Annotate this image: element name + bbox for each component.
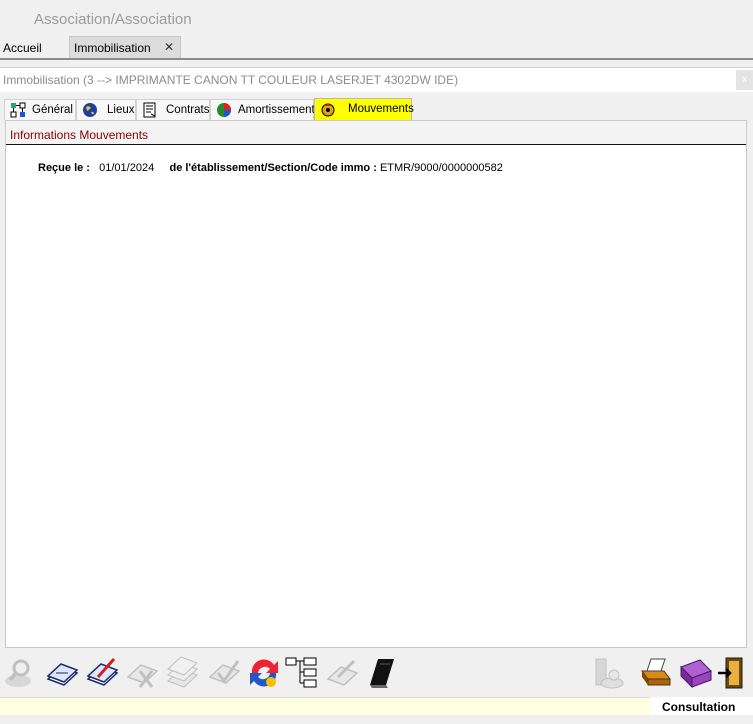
movement-info-row: Reçue le : 01/01/2024 de l'établissement…: [38, 162, 503, 174]
origin-label: de l'établissement/Section/Code immo :: [169, 162, 377, 174]
movements-panel: Informations Mouvements Reçue le : 01/01…: [5, 120, 747, 648]
close-tab-icon[interactable]: ✕: [164, 40, 174, 54]
received-date-value: 01/01/2024: [99, 162, 155, 174]
contract-icon: [143, 102, 156, 118]
settings-icon[interactable]: [590, 655, 626, 691]
tab-accueil[interactable]: Accueil: [3, 41, 42, 55]
stack-icon[interactable]: [164, 655, 200, 691]
status-mode: Consultation: [650, 697, 753, 715]
bottom-toolbar: [0, 652, 753, 696]
movement-icon: [321, 103, 335, 117]
print-icon[interactable]: [636, 655, 672, 691]
general-icon: [10, 102, 26, 118]
section-header: Informations Mouvements: [6, 121, 746, 145]
folder-icon[interactable]: [678, 655, 714, 691]
tab-lieux-label: Lieux: [107, 104, 135, 116]
section-title: Informations Mouvements: [10, 128, 149, 142]
pen-icon[interactable]: [324, 655, 360, 691]
tab-bar-divider: [0, 58, 753, 60]
search-icon[interactable]: [2, 655, 38, 691]
received-date-label: Reçue le :: [38, 162, 90, 174]
delete-document-icon[interactable]: [124, 655, 160, 691]
record-window-header: Immobilisation (3 --> IMPRIMANTE CANON T…: [0, 67, 753, 92]
view-document-icon[interactable]: [44, 655, 80, 691]
status-bar: [0, 697, 753, 715]
book-icon[interactable]: [364, 655, 400, 691]
tree-icon[interactable]: [284, 655, 320, 691]
window-title: Immobilisation (3 --> IMPRIMANTE CANON T…: [3, 73, 459, 87]
tab-contrats-label: Contrats: [166, 104, 210, 116]
origin-value: ETMR/9000/0000000582: [379, 162, 503, 174]
tab-general[interactable]: Général: [4, 99, 76, 120]
tab-immobilisation-label: Immobilisation: [74, 41, 151, 55]
refresh-icon[interactable]: [246, 655, 282, 691]
tab-immobilisation[interactable]: Immobilisation ✕: [69, 36, 181, 58]
validate-icon[interactable]: [206, 655, 242, 691]
globe-icon: [83, 103, 97, 117]
pie-chart-icon: [217, 103, 231, 117]
tab-contrats[interactable]: Contrats: [136, 99, 210, 120]
app-title: Association/Association: [34, 11, 192, 28]
tab-amortissements-label: Amortissements: [238, 104, 321, 116]
tab-mouvements-label: Mouvements: [348, 103, 414, 115]
tab-general-label: Général: [32, 104, 73, 116]
tab-mouvements[interactable]: Mouvements: [314, 98, 414, 120]
tab-lieux[interactable]: Lieux: [76, 99, 136, 120]
exit-icon[interactable]: [716, 655, 752, 691]
tab-amortissements[interactable]: Amortissements: [210, 99, 320, 120]
window-close-button[interactable]: x: [736, 70, 753, 90]
edit-document-icon[interactable]: [84, 655, 120, 691]
